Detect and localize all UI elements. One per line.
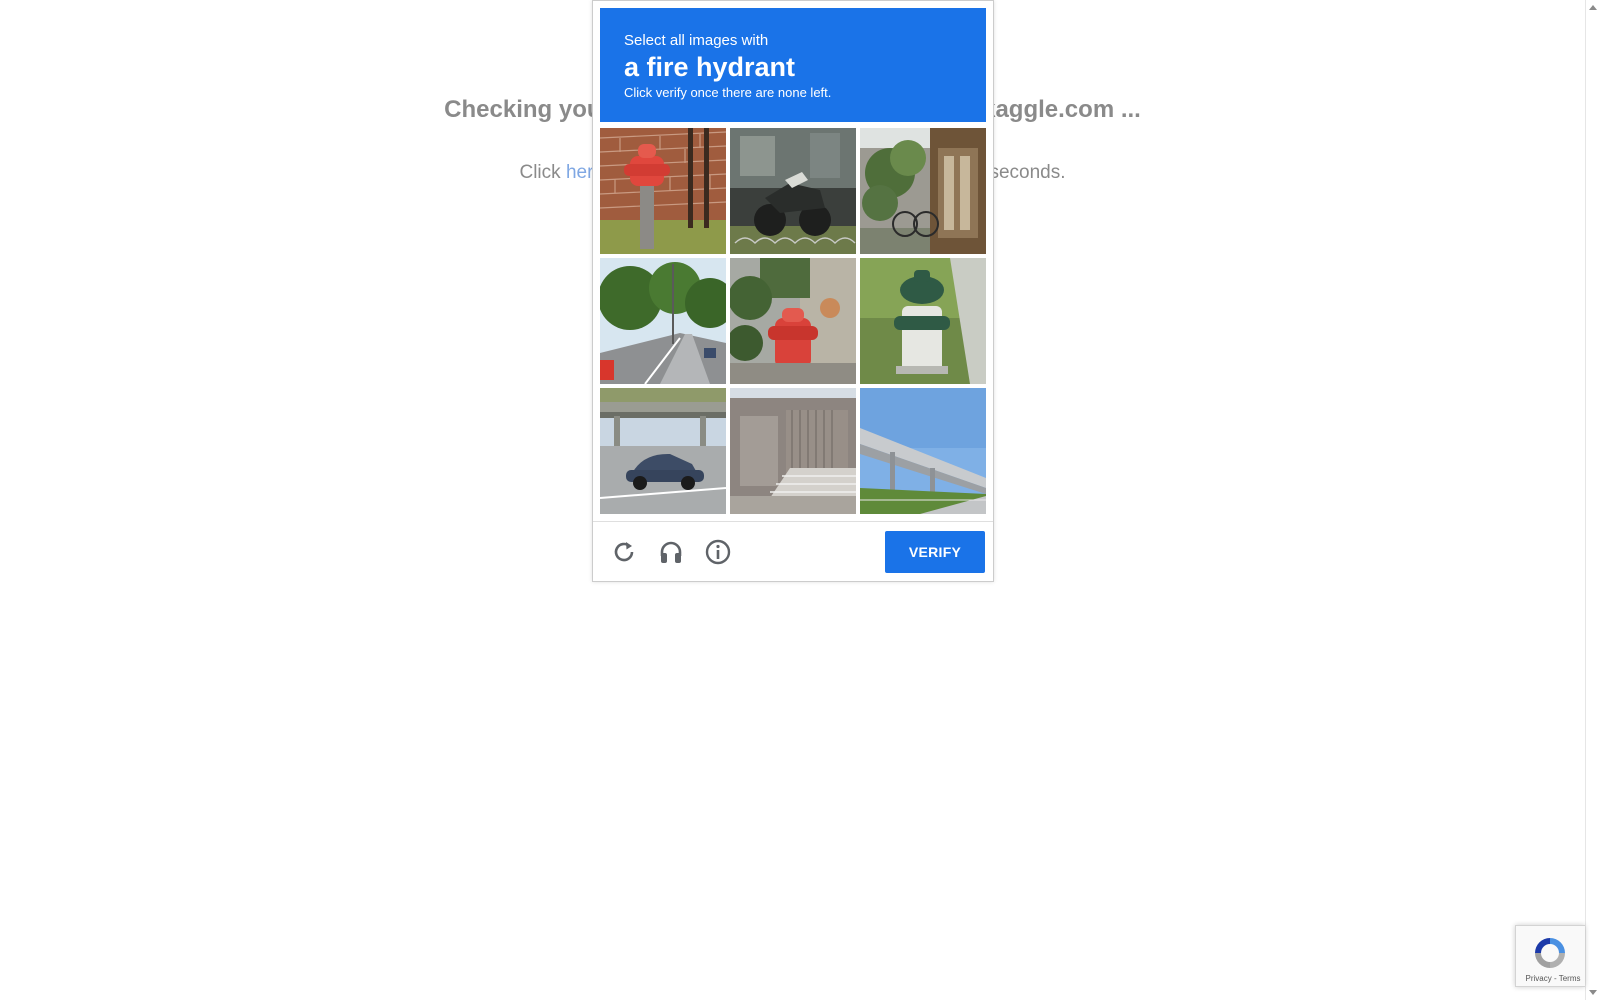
captcha-header: Select all images with a fire hydrant Cl… — [600, 8, 986, 122]
captcha-tile-8[interactable] — [730, 388, 856, 514]
car-overpass-image — [600, 388, 726, 514]
reload-icon[interactable] — [610, 538, 638, 566]
red-hydrant-brick-wall-image — [600, 128, 726, 254]
building-stairs-image — [730, 388, 856, 514]
captcha-image-grid — [600, 128, 986, 514]
captcha-tile-1[interactable] — [600, 128, 726, 254]
captcha-tile-4[interactable] — [600, 258, 726, 384]
redirect-prefix: Click — [519, 162, 566, 183]
scroll-down-arrow-icon[interactable] — [1589, 990, 1597, 995]
captcha-target-object: a fire hydrant — [624, 52, 796, 82]
captcha-tile-9[interactable] — [860, 388, 986, 514]
captcha-footer: VERIFY — [593, 521, 993, 581]
recaptcha-logo-icon — [1535, 938, 1565, 968]
badge-links[interactable]: Privacy - Terms — [1516, 974, 1590, 983]
captcha-tile-3[interactable] — [860, 128, 986, 254]
captcha-instruction: Select all images with — [624, 32, 769, 49]
verify-button[interactable]: VERIFY — [885, 531, 985, 573]
red-hydrant-plants-image — [730, 258, 856, 384]
captcha-hint: Click verify once there are none left. — [624, 85, 832, 100]
motorcycle-image — [730, 128, 856, 254]
page-scrollbar[interactable] — [1585, 0, 1600, 1000]
captcha-tile-5[interactable] — [730, 258, 856, 384]
tree-lined-street-image — [600, 258, 726, 384]
green-white-hydrant-image — [860, 258, 986, 384]
recaptcha-badge[interactable]: Privacy - Terms — [1515, 925, 1585, 987]
alley-plants-image — [860, 128, 986, 254]
highway-bridge-image — [860, 388, 986, 514]
captcha-tile-6[interactable] — [860, 258, 986, 384]
headphones-icon[interactable] — [657, 538, 685, 566]
info-icon[interactable] — [704, 538, 732, 566]
scroll-up-arrow-icon[interactable] — [1589, 5, 1597, 10]
captcha-tile-7[interactable] — [600, 388, 726, 514]
captcha-tile-2[interactable] — [730, 128, 856, 254]
captcha-dialog: Select all images with a fire hydrant Cl… — [592, 0, 994, 582]
